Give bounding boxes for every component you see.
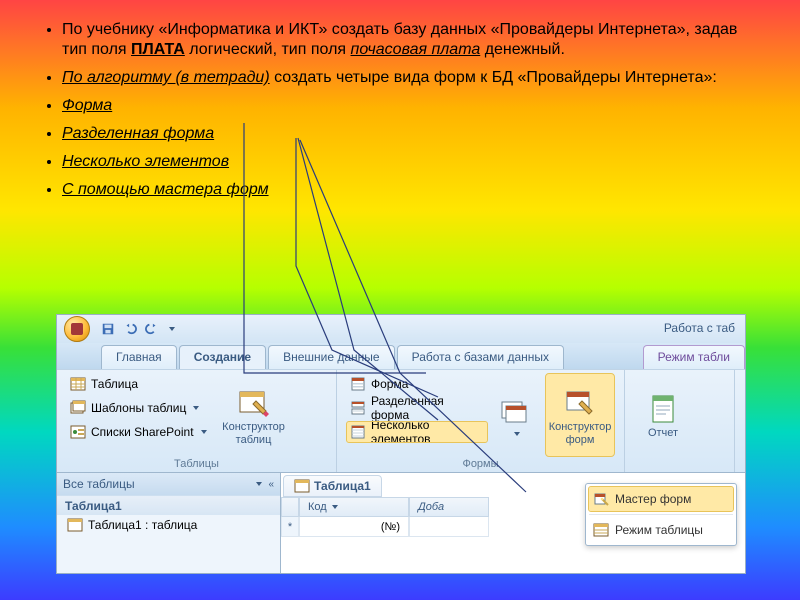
sharepoint-icon <box>70 424 86 440</box>
nav-category[interactable]: Таблица1 <box>57 495 280 515</box>
chevron-down-icon <box>332 505 338 509</box>
bullet-1-text-b: логический, тип поля <box>185 41 351 58</box>
form-design-icon <box>564 387 596 419</box>
nav-header-label: Все таблицы <box>63 477 135 491</box>
group-tables-label: Таблицы <box>57 458 336 470</box>
group-forms-label: Формы <box>337 458 624 470</box>
tab-create[interactable]: Создание <box>179 345 266 369</box>
cmd-table-design-label: Конструктор таблиц <box>218 421 290 445</box>
bullet-2-u: По алгоритму (в тетради) <box>62 69 270 86</box>
office-button[interactable] <box>57 315 97 343</box>
bullet-1: По учебнику «Информатика и ИКТ» создать … <box>62 20 760 60</box>
chevron-down-icon <box>514 432 520 436</box>
ribbon: Таблица Шаблоны таблиц Списки SharePoint… <box>57 369 745 473</box>
cmd-form[interactable]: Форма <box>347 374 487 394</box>
cmd-multiple-items[interactable]: Несколько элементов <box>347 422 487 442</box>
nav-item-table1[interactable]: Таблица1 : таблица <box>57 515 280 535</box>
menu-form-wizard-label: Мастер форм <box>615 492 691 506</box>
tab-contextual-datasheet[interactable]: Режим табли <box>643 345 745 369</box>
nav-item-label: Таблица1 : таблица <box>88 518 197 532</box>
cell-id-new[interactable]: (№) <box>299 517 409 537</box>
cmd-multiple-items-label: Несколько элементов <box>371 418 484 446</box>
chevron-down-icon <box>256 482 262 486</box>
bullet-2-rest: создать четыре вида форм к БД «Провайдер… <box>270 69 717 86</box>
report-icon <box>647 393 679 425</box>
save-icon[interactable] <box>101 322 115 336</box>
cmd-table-design[interactable]: Конструктор таблиц <box>218 374 290 456</box>
quick-access-toolbar <box>97 322 175 336</box>
undo-icon[interactable] <box>123 322 137 336</box>
cmd-form-design-label: Конструктор форм <box>546 421 614 445</box>
redo-icon[interactable] <box>145 322 159 336</box>
ribbon-tabs: Главная Создание Внешние данные Работа с… <box>57 343 745 369</box>
navigation-pane: Все таблицы « Таблица1 Таблица1 : таблиц… <box>57 473 281 573</box>
table-icon <box>70 376 86 392</box>
bullet-4: Разделенная форма <box>62 124 760 144</box>
nav-header[interactable]: Все таблицы « <box>57 473 280 495</box>
cmd-more-forms[interactable] <box>495 374 538 456</box>
cmd-form-design[interactable]: Конструктор форм <box>546 374 614 456</box>
bullet-6: С помощью мастера форм <box>62 180 760 200</box>
bullet-1-em: почасовая плата <box>351 41 481 58</box>
multiple-items-icon <box>350 424 366 440</box>
bullet-3: Форма <box>62 96 760 116</box>
more-forms-menu: Мастер форм Режим таблицы <box>585 483 737 546</box>
col-id[interactable]: Код <box>299 497 409 517</box>
cmd-report[interactable]: Отчет <box>635 374 691 456</box>
bullet-2: По алгоритму (в тетради) создать четыре … <box>62 68 760 88</box>
menu-datasheet[interactable]: Режим таблицы <box>589 518 733 542</box>
datasheet-icon <box>593 522 609 538</box>
group-reports: Отчет <box>625 370 735 472</box>
menu-separator <box>589 514 733 515</box>
qat-dropdown-icon[interactable] <box>169 327 175 331</box>
chevron-down-icon <box>201 430 207 434</box>
form-icon <box>350 376 366 392</box>
table-icon <box>294 478 310 494</box>
bullet-5: Несколько элементов <box>62 152 760 172</box>
cmd-report-label: Отчет <box>648 427 678 439</box>
table-templates-icon <box>70 400 86 416</box>
cmd-sharepoint-label: Списки SharePoint <box>91 425 194 439</box>
tab-external-data[interactable]: Внешние данные <box>268 345 395 369</box>
cmd-form-label: Форма <box>371 377 408 391</box>
col-add-new[interactable]: Доба <box>409 497 489 517</box>
cmd-sharepoint-lists[interactable]: Списки SharePoint <box>67 422 210 442</box>
row-selector-new[interactable]: * <box>281 517 299 537</box>
cmd-split-form[interactable]: Разделенная форма <box>347 398 487 418</box>
access-screenshot: Работа с таб Главная Создание Внешние да… <box>56 314 746 574</box>
nav-category-label: Таблица1 <box>65 499 122 513</box>
object-tab-label: Таблица1 <box>314 479 371 493</box>
chevron-down-icon <box>193 406 199 410</box>
tab-database-tools[interactable]: Работа с базами данных <box>397 345 564 369</box>
table-design-icon <box>238 387 270 419</box>
bullet-1-text-c: денежный. <box>480 41 565 58</box>
cmd-table-templates[interactable]: Шаблоны таблиц <box>67 398 210 418</box>
bullet-1-strong: ПЛАТА <box>131 41 185 58</box>
group-tables: Таблица Шаблоны таблиц Списки SharePoint… <box>57 370 337 472</box>
select-all-cell[interactable] <box>281 497 299 517</box>
object-tab-table1[interactable]: Таблица1 <box>283 475 382 497</box>
menu-form-wizard[interactable]: Мастер форм <box>589 487 733 511</box>
contextual-title: Работа с таб <box>664 321 735 335</box>
table-icon <box>67 517 83 533</box>
cell-add-new[interactable] <box>409 517 489 537</box>
more-forms-icon <box>500 398 532 430</box>
group-forms: Форма Разделенная форма Несколько элемен… <box>337 370 625 472</box>
cmd-table[interactable]: Таблица <box>67 374 210 394</box>
split-form-icon <box>350 400 366 416</box>
cmd-table-label: Таблица <box>91 377 138 391</box>
wizard-icon <box>593 491 609 507</box>
menu-datasheet-label: Режим таблицы <box>615 523 703 537</box>
shutter-bar-icon[interactable]: « <box>268 479 274 490</box>
cmd-table-templates-label: Шаблоны таблиц <box>91 401 186 415</box>
tab-home[interactable]: Главная <box>101 345 177 369</box>
title-bar: Работа с таб <box>57 315 745 343</box>
